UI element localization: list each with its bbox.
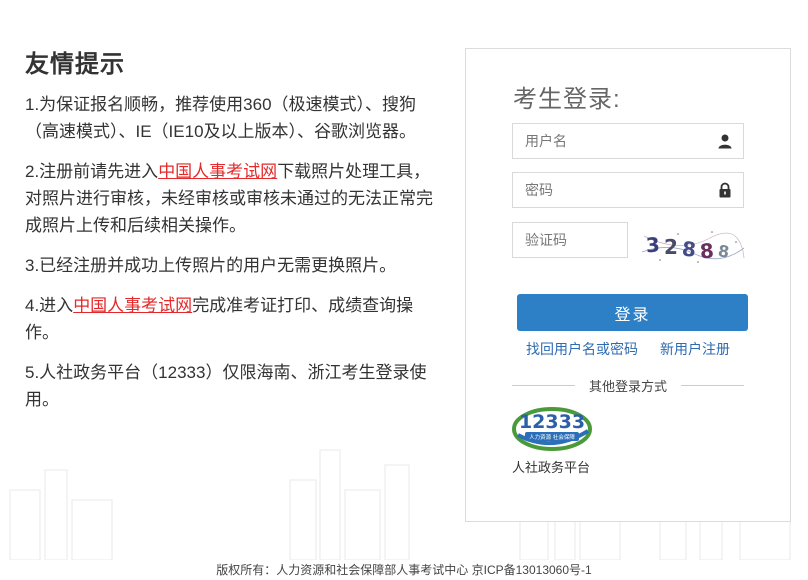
- notice-item-5: 5.人社政务平台（12333）仅限海南、浙江考生登录使用。: [25, 363, 427, 409]
- captcha-field-wrapper: [512, 222, 628, 258]
- other-login-divider: 其他登录方式: [512, 375, 745, 395]
- lock-icon: [719, 182, 731, 198]
- notice-item-2-pre: 2.注册前请先进入: [25, 162, 159, 181]
- hrss-logo-number: 12333: [519, 411, 585, 433]
- username-field-wrapper: [512, 123, 744, 159]
- captcha-image[interactable]: 3 2 8 8 8: [640, 224, 746, 266]
- password-field-wrapper: [512, 172, 744, 208]
- register-link[interactable]: 新用户注册: [660, 339, 730, 359]
- notice-item-3: 3.已经注册并成功上传照片的用户无需更换照片。: [25, 256, 397, 275]
- login-title: 考生登录:: [513, 86, 621, 113]
- svg-text:3: 3: [645, 232, 661, 257]
- svg-text:8: 8: [699, 238, 715, 263]
- footer-copyright: 版权所有：人力资源和社会保障部人事考试中心 京ICP备13013060号-1: [216, 563, 592, 577]
- hrss-logo-caption: 人力资源 社会保障: [529, 433, 575, 441]
- login-panel: 考生登录: 3 2 8 8 8: [465, 48, 791, 522]
- hrss-12333-logo[interactable]: 12333 人力资源 社会保障: [512, 401, 592, 453]
- password-input[interactable]: [513, 173, 743, 207]
- notice-panel: 友情提示 1.为保证报名顺畅，推荐使用360（极速模式）、搜狗（高速模式）、IE…: [25, 44, 445, 426]
- hrss-platform-login[interactable]: 12333 人力资源 社会保障 人社政务平台: [512, 401, 602, 476]
- recover-account-link[interactable]: 找回用户名或密码: [526, 339, 638, 359]
- notice-title: 友情提示: [25, 51, 125, 78]
- cpta-link-2[interactable]: 中国人事考试网: [73, 296, 192, 315]
- notice-item-1: 1.为保证报名顺畅，推荐使用360（极速模式）、搜狗（高速模式）、IE（IE10…: [25, 95, 417, 141]
- svg-text:8: 8: [681, 236, 697, 261]
- notice-item-4-pre: 4.进入: [25, 296, 74, 315]
- notice-item-2: 2.注册前请先进入中国人事考试网下载照片处理工具，对照片进行审核，未经审核或审核…: [25, 158, 445, 239]
- user-icon: [718, 134, 732, 149]
- username-input[interactable]: [513, 124, 743, 158]
- login-button[interactable]: 登录: [517, 294, 748, 331]
- divider-line-right: [681, 384, 745, 386]
- hrss-platform-label[interactable]: 人社政务平台: [512, 457, 602, 476]
- svg-text:2: 2: [664, 235, 678, 259]
- notice-item-4: 4.进入中国人事考试网完成准考证打印、成绩查询操作。: [25, 292, 445, 346]
- divider-line-left: [512, 384, 575, 386]
- captcha-input[interactable]: [513, 223, 627, 257]
- cpta-link[interactable]: 中国人事考试网: [158, 162, 277, 181]
- other-login-label: 其他登录方式: [589, 378, 668, 394]
